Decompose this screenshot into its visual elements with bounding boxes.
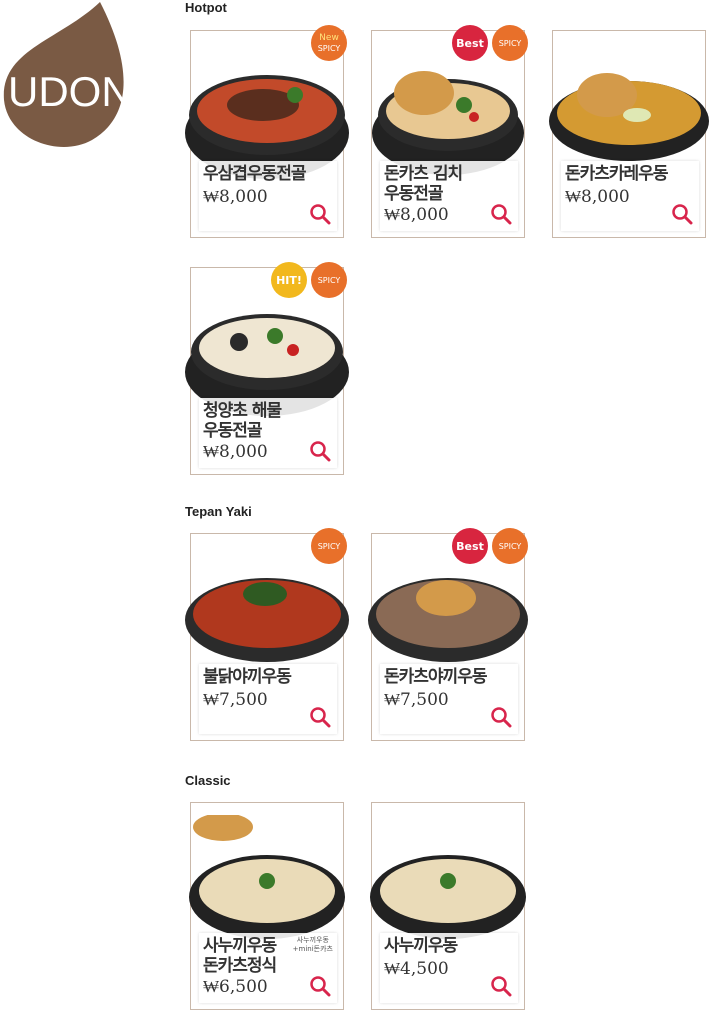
item-label: 돈카츠 김치 우동전골 ₩8,000	[380, 161, 518, 231]
menu-card-sanuki-udon[interactable]: 사누끼우동 ₩4,500	[370, 802, 526, 1010]
magnifier-icon[interactable]	[309, 203, 331, 225]
logo-text: UDON	[8, 68, 132, 115]
spicy-badge: SPICY	[311, 528, 347, 564]
item-price: ₩8,000	[203, 187, 268, 207]
item-price: ₩6,500	[203, 977, 268, 997]
item-price: ₩8,000	[203, 442, 268, 462]
item-price: ₩7,500	[384, 690, 449, 710]
svg-text:SPICY: SPICY	[318, 44, 341, 53]
item-name: 우삼겹우동전골	[203, 164, 306, 184]
best-badge: Best	[452, 528, 488, 564]
spicy-badge: SPICY	[492, 25, 528, 61]
menu-card-buldak-yaki-udon[interactable]: SPICY 불닭야끼우동 ₩7,500	[185, 528, 349, 741]
item-label: 불닭야끼우동 ₩7,500	[199, 664, 337, 734]
magnifier-icon[interactable]	[490, 975, 512, 997]
item-price: ₩8,000	[384, 205, 449, 225]
spicy-badge: SPICY	[311, 262, 347, 298]
item-name: 불닭야끼우동	[203, 667, 292, 687]
best-badge: Best	[452, 25, 488, 61]
svg-text:Best: Best	[456, 37, 484, 50]
svg-text:New: New	[319, 33, 339, 43]
menu-card-sanuki-udon-donkatsu-set[interactable]: 사누끼우동 돈카츠정식 사누끼우동 +mini돈카츠 ₩6,500	[189, 802, 345, 1010]
magnifier-icon[interactable]	[490, 203, 512, 225]
udon-logo: UDON	[3, 2, 132, 147]
svg-text:HIT!: HIT!	[276, 274, 302, 287]
badge-group: Best SPICY	[450, 23, 530, 63]
badge-group: New SPICY	[309, 23, 349, 63]
magnifier-icon[interactable]	[309, 440, 331, 462]
new-spicy-badge: New SPICY	[311, 25, 347, 61]
item-name: 사누끼우동 돈카츠정식	[203, 936, 277, 976]
menu-card-donkatsu-yaki-udon[interactable]: Best SPICY 돈카츠야끼우동 ₩7,500	[368, 528, 528, 741]
item-name: 돈카츠카레우동	[565, 164, 668, 184]
item-price: ₩8,000	[565, 187, 630, 207]
item-label: 돈카츠야끼우동 ₩7,500	[380, 664, 518, 734]
section-title-tepan-yaki: Tepan Yaki	[185, 504, 252, 519]
svg-text:Best: Best	[456, 540, 484, 553]
badge-group: Best SPICY	[450, 526, 530, 566]
item-label: 돈카츠카레우동 ₩8,000	[561, 161, 699, 231]
item-price: ₩4,500	[384, 959, 449, 979]
spicy-badge: SPICY	[492, 528, 528, 564]
item-price: ₩7,500	[203, 690, 268, 710]
magnifier-icon[interactable]	[309, 706, 331, 728]
menu-card-usamgyeop-udon-jeongol[interactable]: New SPICY 우삼겹우동전골 ₩8,000	[185, 25, 349, 238]
section-title-classic: Classic	[185, 773, 231, 788]
item-label: 사누끼우동 돈카츠정식 사누끼우동 +mini돈카츠 ₩6,500	[199, 933, 337, 1003]
item-name: 사누끼우동	[384, 936, 458, 956]
hit-badge: HIT!	[271, 262, 307, 298]
svg-text:SPICY: SPICY	[499, 542, 522, 551]
item-label: 사누끼우동 ₩4,500	[380, 933, 518, 1003]
item-name: 돈카츠 김치 우동전골	[384, 164, 463, 204]
magnifier-icon[interactable]	[671, 203, 693, 225]
item-label: 청양초 해물 우동전골 ₩8,000	[199, 398, 337, 468]
svg-text:SPICY: SPICY	[499, 39, 522, 48]
menu-card-cheongyangcho-seafood-udon-jeongol[interactable]: HIT! SPICY 청양초 해물 우동전골 ₩8,000	[185, 262, 349, 475]
item-name: 돈카츠야끼우동	[384, 667, 487, 687]
badge-group: HIT! SPICY	[269, 260, 349, 300]
menu-card-donkatsu-kimchi-udon-jeongol[interactable]: Best SPICY 돈카츠 김치 우동전골 ₩8,000	[371, 25, 528, 238]
magnifier-icon[interactable]	[309, 975, 331, 997]
magnifier-icon[interactable]	[490, 706, 512, 728]
section-title-hotpot: Hotpot	[185, 0, 227, 15]
item-name: 청양초 해물 우동전골	[203, 401, 282, 441]
menu-card-donkatsu-curry-udon[interactable]: 돈카츠카레우동 ₩8,000	[549, 30, 709, 238]
badge-group: SPICY	[309, 526, 349, 566]
item-label: 우삼겹우동전골 ₩8,000	[199, 161, 337, 231]
svg-text:SPICY: SPICY	[318, 276, 341, 285]
item-subtext: 사누끼우동 +mini돈카츠	[292, 936, 333, 953]
svg-text:SPICY: SPICY	[318, 542, 341, 551]
